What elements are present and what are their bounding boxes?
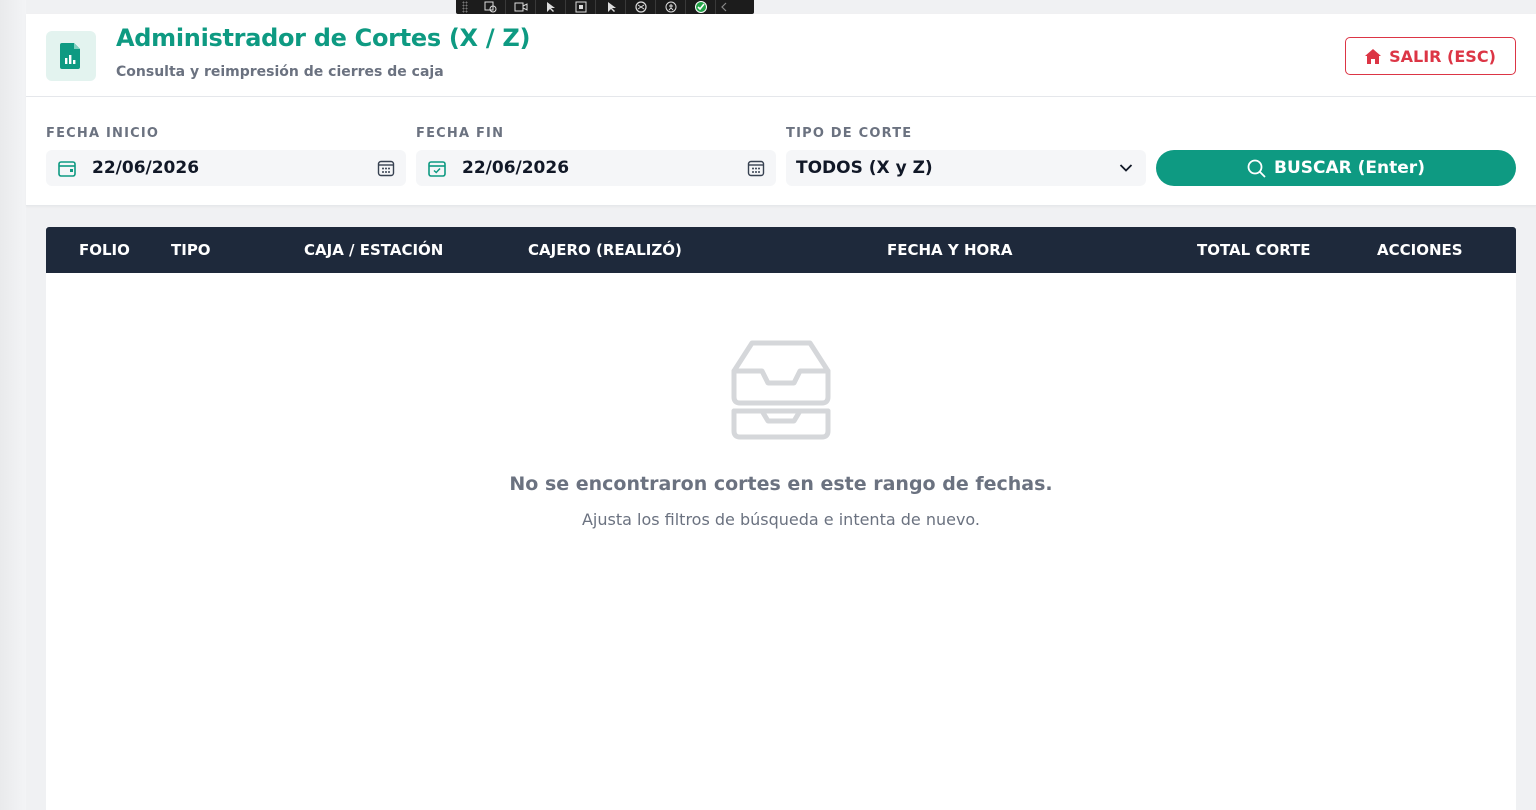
chevron-down-icon: [1116, 158, 1136, 178]
window-left-edge: [0, 0, 26, 810]
collapse-chevron-icon[interactable]: [716, 0, 732, 14]
dev-toolbar: [456, 0, 754, 14]
home-icon: [1365, 48, 1382, 64]
column-header-register[interactable]: CAJA / ESTACIÓN: [304, 227, 443, 273]
inbox-tray-icon: [731, 340, 831, 440]
column-header-type[interactable]: TIPO: [171, 227, 211, 273]
select-cursor-icon[interactable]: [536, 0, 566, 14]
calendar-check-icon: [426, 157, 448, 179]
date-picker-icon[interactable]: [376, 158, 396, 178]
accessibility-badge-icon[interactable]: [626, 0, 656, 14]
page-header: Administrador de Cortes (X / Z) Consulta…: [26, 14, 1536, 206]
search-button-label: BUSCAR (Enter): [1274, 158, 1425, 178]
exit-button[interactable]: SALIR (ESC): [1345, 37, 1516, 75]
frame-select-icon[interactable]: [566, 0, 596, 14]
end-date-label: FECHA FIN: [416, 126, 505, 141]
start-date-field[interactable]: 22/06/2026: [46, 150, 406, 186]
column-header-actions: ACCIONES: [1377, 241, 1463, 259]
exit-button-label: SALIR (ESC): [1389, 46, 1496, 66]
empty-state-title: No se encontraron cortes en este rango d…: [509, 473, 1053, 495]
column-header-total[interactable]: TOTAL CORTE: [1197, 227, 1311, 273]
accessibility-person-icon[interactable]: [656, 0, 686, 14]
calendar-icon: [56, 157, 78, 179]
toolbar-grip-icon[interactable]: [462, 1, 468, 13]
search-icon: [1247, 159, 1266, 178]
cut-type-label: TIPO DE CORTE: [786, 126, 913, 141]
cut-type-value: TODOS (X y Z): [796, 158, 933, 178]
search-button[interactable]: BUSCAR (Enter): [1156, 150, 1516, 186]
video-camera-icon[interactable]: [506, 0, 536, 14]
pointer-click-icon[interactable]: [596, 0, 626, 14]
empty-state-subtitle: Ajusta los filtros de búsqueda e intenta…: [581, 510, 981, 529]
end-date-value: 22/06/2026: [462, 158, 570, 178]
cut-type-select[interactable]: TODOS (X y Z): [786, 150, 1146, 186]
end-date-field[interactable]: 22/06/2026: [416, 150, 776, 186]
column-header-cashier[interactable]: CAJERO (REALIZÓ): [528, 227, 682, 273]
inspect-element-icon[interactable]: [476, 0, 506, 14]
header-divider: [26, 96, 1536, 97]
column-header-datetime[interactable]: FECHA Y HORA: [887, 227, 1012, 273]
column-header-folio[interactable]: FOLIO: [79, 227, 130, 273]
start-date-value: 22/06/2026: [92, 158, 200, 178]
file-chart-icon: [60, 43, 80, 69]
table-header: FOLIO TIPO CAJA / ESTACIÓN CAJERO (REALI…: [46, 227, 1516, 273]
cuts-table: FOLIO TIPO CAJA / ESTACIÓN CAJERO (REALI…: [46, 227, 1516, 810]
start-date-label: FECHA INICIO: [46, 126, 160, 141]
page-subtitle: Consulta y reimpresión de cierres de caj…: [116, 64, 444, 80]
check-status-icon[interactable]: [686, 0, 716, 14]
page-title: Administrador de Cortes (X / Z): [116, 24, 531, 52]
date-picker-icon[interactable]: [746, 158, 766, 178]
header-logo: [46, 31, 96, 81]
